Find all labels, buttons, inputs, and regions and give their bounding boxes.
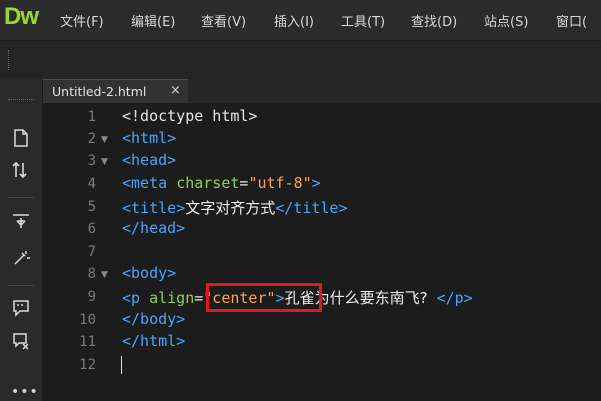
code-line-1: <!doctype html> <box>122 107 257 125</box>
menu-tools[interactable]: 工具(T) <box>341 11 385 30</box>
line-number: 8 <box>87 266 96 282</box>
menu-bar: Dw 文件(F) 编辑(E) 查看(V) 插入(I) 工具(T) 查找(D) 站… <box>0 0 601 40</box>
toolbar-grip[interactable] <box>8 50 11 70</box>
code-line-10: </body> <box>122 310 185 328</box>
tag: <meta <box>122 174 168 192</box>
attribute: align <box>149 289 195 307</box>
code-line-4: <meta charset="utf-8"> <box>122 174 321 192</box>
coding-toolbar-grip[interactable] <box>8 99 34 102</box>
attribute: charset <box>176 174 240 192</box>
comment-remove-icon[interactable] <box>8 332 34 354</box>
more-icon[interactable]: ••• <box>11 384 39 400</box>
menu-file[interactable]: 文件(F) <box>60 11 104 30</box>
line-number: 9 <box>87 289 96 305</box>
coding-toolbar <box>0 79 43 401</box>
line-number: 1 <box>87 109 96 125</box>
code-line-2: <html> <box>122 129 176 147</box>
text-cursor <box>121 356 122 374</box>
tag: </p> <box>436 289 473 307</box>
document-tab[interactable]: Untitled-2.html × <box>42 79 188 104</box>
tag: </head> <box>122 219 186 237</box>
tag: <p <box>122 289 141 307</box>
code-line-8: <body> <box>122 264 176 282</box>
fold-toggle-icon[interactable]: ▼ <box>101 157 108 167</box>
line-number: 3 <box>87 153 96 169</box>
close-tab-icon[interactable]: × <box>170 83 181 98</box>
menu-view[interactable]: 查看(V) <box>201 11 246 30</box>
menu-insert[interactable]: 插入(I) <box>274 11 314 30</box>
wand-icon[interactable] <box>8 249 34 271</box>
line-number: 7 <box>87 244 96 260</box>
tab-title: Untitled-2.html <box>52 84 147 99</box>
line-number: 11 <box>79 334 96 350</box>
fold-toggle-icon[interactable]: ▼ <box>101 270 108 280</box>
menu-site[interactable]: 站点(S) <box>484 11 528 30</box>
tag: <html> <box>122 129 177 147</box>
tag: <head> <box>122 151 177 169</box>
new-file-icon[interactable] <box>8 129 34 151</box>
line-number: 2 <box>87 131 96 147</box>
text-content: 文字对齐方式 <box>185 199 276 217</box>
line-number: 10 <box>79 312 96 328</box>
line-number: 12 <box>79 357 96 373</box>
menu-edit[interactable]: 编辑(E) <box>131 11 175 30</box>
line-number: 5 <box>87 199 96 215</box>
code-line-11: </html> <box>122 332 185 350</box>
menu-find[interactable]: 查找(D) <box>411 11 457 30</box>
expand-icon[interactable] <box>8 211 34 233</box>
tag: </html> <box>122 332 186 350</box>
tag: <body> <box>122 264 177 282</box>
dreamweaver-logo: Dw <box>4 3 39 30</box>
sort-icon[interactable] <box>8 161 34 183</box>
tag: </title> <box>275 199 348 217</box>
line-number: 4 <box>87 176 96 192</box>
divider <box>8 197 34 198</box>
tag: </body> <box>122 310 186 328</box>
comment-icon[interactable] <box>8 299 34 321</box>
tag: > <box>311 174 321 192</box>
highlight-box <box>206 283 322 312</box>
tag: <title> <box>122 199 186 217</box>
attribute-value: "utf-8" <box>248 174 312 192</box>
fold-toggle-icon[interactable]: ▼ <box>101 135 108 145</box>
toolbar <box>0 40 601 80</box>
menu-window[interactable]: 窗口( <box>556 11 587 30</box>
line-number: 6 <box>87 221 96 237</box>
code-line-5: <title>文字对齐方式</title> <box>122 197 347 218</box>
code-editor[interactable] <box>43 103 601 401</box>
code-line-3: <head> <box>122 151 176 169</box>
equals: = <box>194 289 204 307</box>
doctype: <!doctype html> <box>122 107 258 125</box>
code-line-6: </head> <box>122 219 185 237</box>
divider <box>8 285 34 286</box>
